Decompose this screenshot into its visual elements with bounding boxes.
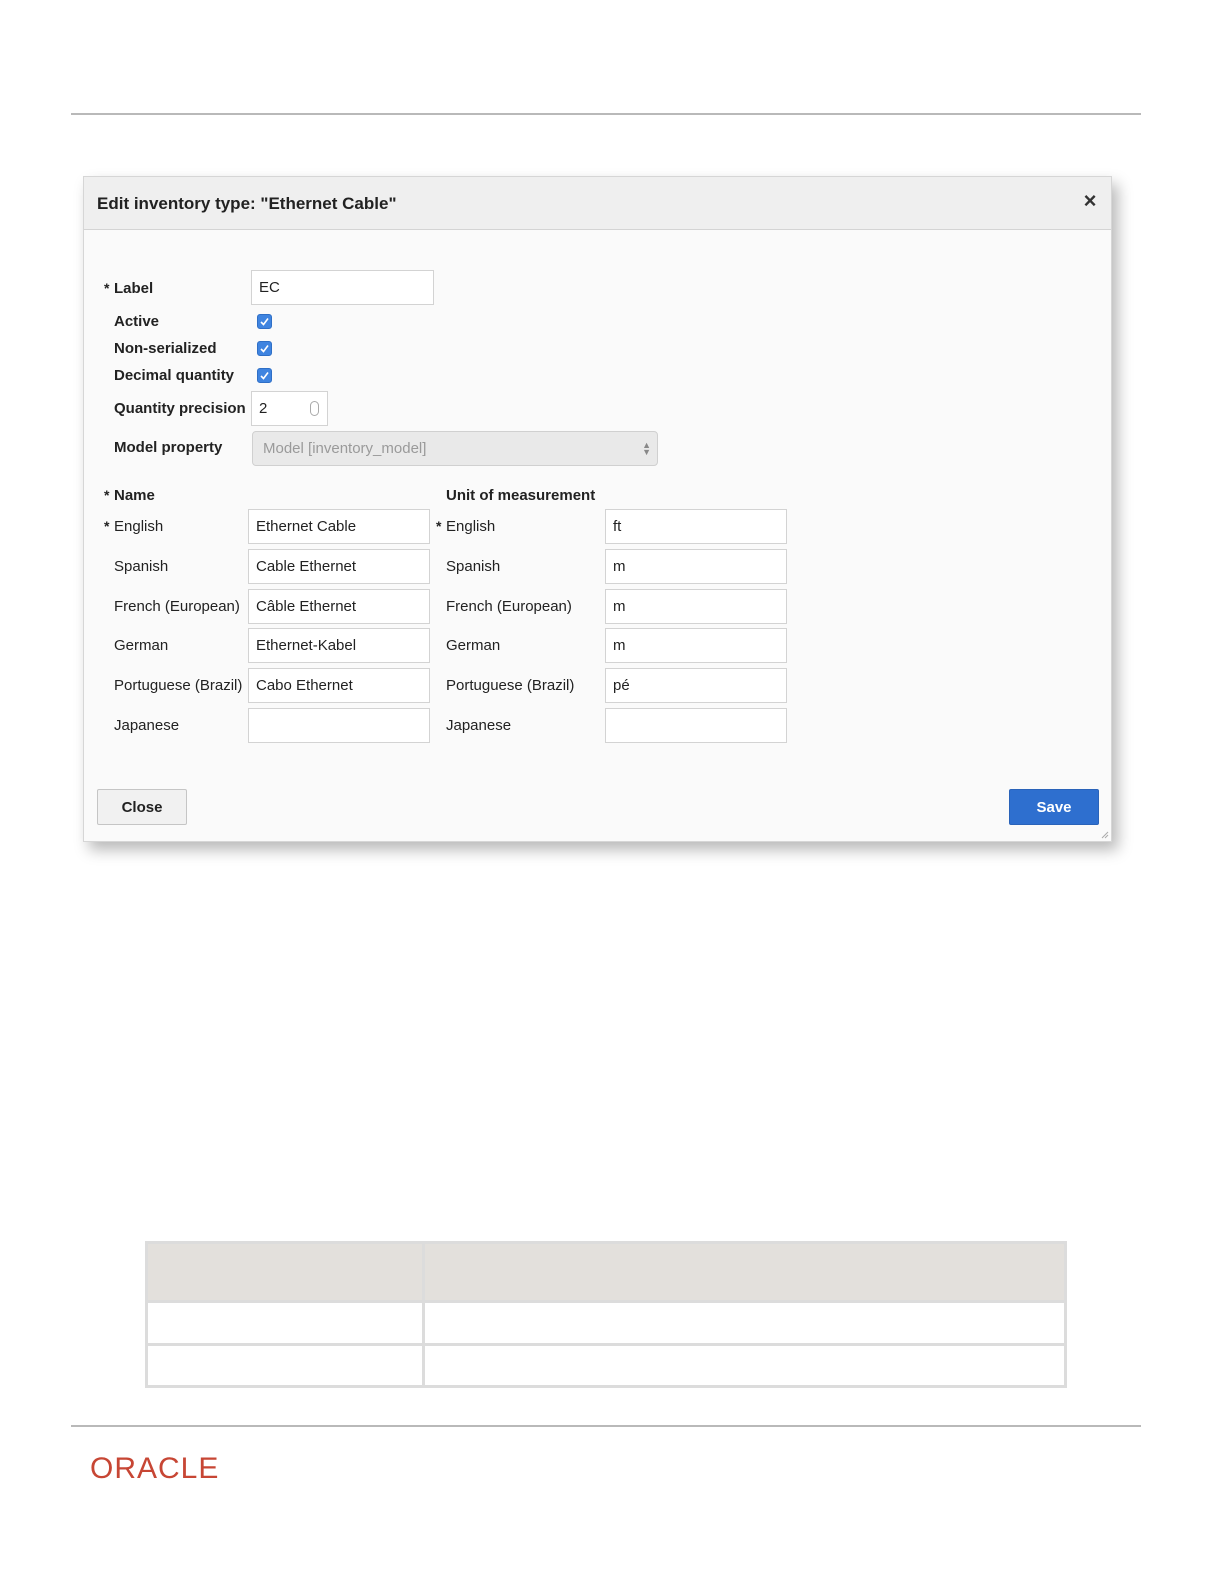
uom-spanish-input[interactable]: m bbox=[605, 549, 787, 584]
uom-lang-label: Japanese bbox=[446, 717, 512, 734]
table-column-divider bbox=[422, 1244, 425, 1385]
uom-german-input[interactable]: m bbox=[605, 628, 787, 663]
uom-lang-label: English bbox=[446, 518, 496, 535]
close-icon[interactable]: × bbox=[1079, 190, 1101, 212]
stepper-arrows-icon[interactable] bbox=[310, 401, 319, 416]
active-label: Active bbox=[114, 313, 160, 330]
dialog-title: Edit inventory type: "Ethernet Cable" bbox=[97, 194, 397, 213]
decimal-quantity-label: Decimal quantity bbox=[114, 367, 235, 384]
name-spanish-input[interactable]: Cable Ethernet bbox=[248, 549, 430, 584]
select-arrows-icon: ▲ ▼ bbox=[642, 440, 651, 457]
name-french-input[interactable]: Câble Ethernet bbox=[248, 589, 430, 624]
name-lang-label: Japanese bbox=[114, 717, 180, 734]
decimal-quantity-checkbox[interactable] bbox=[257, 368, 272, 383]
uom-french-input[interactable]: m bbox=[605, 589, 787, 624]
name-japanese-input[interactable] bbox=[248, 708, 430, 743]
close-button[interactable]: Close bbox=[97, 789, 187, 825]
top-rule bbox=[71, 113, 1141, 115]
name-heading: Name bbox=[114, 487, 155, 504]
quantity-precision-stepper[interactable]: 2 bbox=[251, 391, 328, 426]
table-header-cell bbox=[425, 1244, 1064, 1300]
required-marker: * bbox=[104, 280, 110, 296]
uom-heading: Unit of measurement bbox=[446, 487, 596, 504]
name-lang-label: German bbox=[114, 637, 169, 654]
model-property-value: Model [inventory_model] bbox=[263, 440, 427, 457]
uom-japanese-input[interactable] bbox=[605, 708, 787, 743]
uom-english-input[interactable]: ft bbox=[605, 509, 787, 544]
oracle-logo: ORACLE bbox=[90, 1452, 220, 1485]
required-marker: * bbox=[104, 518, 110, 534]
model-property-label: Model property bbox=[114, 439, 223, 456]
table-row-divider bbox=[148, 1343, 1064, 1346]
resize-grip-icon[interactable] bbox=[1101, 831, 1109, 839]
active-checkbox[interactable] bbox=[257, 314, 272, 329]
label-field-label: Label bbox=[114, 280, 154, 297]
uom-lang-label: Spanish bbox=[446, 558, 501, 575]
required-marker: * bbox=[436, 518, 442, 534]
name-portuguese-input[interactable]: Cabo Ethernet bbox=[248, 668, 430, 703]
label-input[interactable]: EC bbox=[251, 270, 434, 305]
name-english-input[interactable]: Ethernet Cable bbox=[248, 509, 430, 544]
empty-table bbox=[145, 1241, 1067, 1388]
bottom-rule bbox=[71, 1425, 1141, 1427]
uom-portuguese-input[interactable]: pé bbox=[605, 668, 787, 703]
uom-lang-label: French (European) bbox=[446, 598, 572, 615]
edit-inventory-type-dialog: Edit inventory type: "Ethernet Cable" × … bbox=[83, 176, 1112, 842]
dialog-header: Edit inventory type: "Ethernet Cable" × bbox=[84, 177, 1111, 230]
save-button[interactable]: Save bbox=[1009, 789, 1099, 825]
quantity-precision-label: Quantity precision bbox=[114, 400, 246, 417]
non-serialized-checkbox[interactable] bbox=[257, 341, 272, 356]
table-row-divider bbox=[148, 1300, 1064, 1303]
non-serialized-label: Non-serialized bbox=[114, 340, 217, 357]
table-header-cell bbox=[148, 1244, 422, 1300]
model-property-select[interactable]: Model [inventory_model] ▲ ▼ bbox=[252, 431, 658, 466]
name-lang-label: Portuguese (Brazil) bbox=[114, 677, 243, 694]
name-lang-label: Spanish bbox=[114, 558, 169, 575]
name-german-input[interactable]: Ethernet-Kabel bbox=[248, 628, 430, 663]
name-lang-label: English bbox=[114, 518, 164, 535]
quantity-precision-value: 2 bbox=[259, 400, 268, 417]
uom-lang-label: Portuguese (Brazil) bbox=[446, 677, 575, 694]
required-marker: * bbox=[104, 487, 110, 503]
uom-lang-label: German bbox=[446, 637, 501, 654]
name-lang-label: French (European) bbox=[114, 598, 240, 615]
